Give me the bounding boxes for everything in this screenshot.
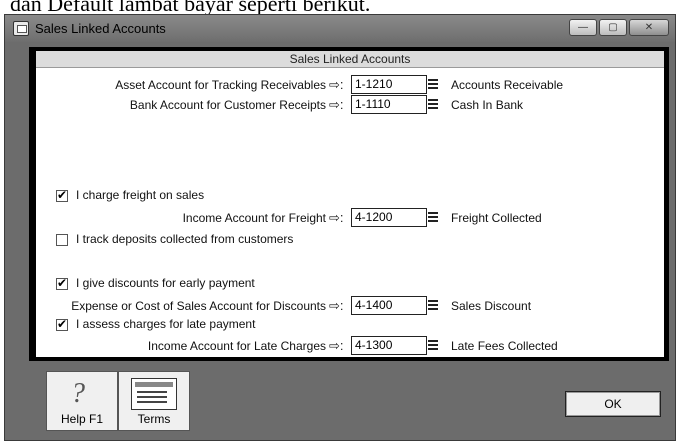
- early-discounts-checkbox[interactable]: [56, 276, 68, 290]
- receivables-account-label: Asset Account for Tracking Receivables: [115, 78, 326, 92]
- window-app-icon: [13, 21, 29, 36]
- discounts-zoom-arrow-icon[interactable]: ⇨:: [329, 298, 344, 314]
- receipts-account-label: Bank Account for Customer Receipts: [129, 98, 326, 112]
- freight-account-name: Freight Collected: [451, 211, 542, 225]
- late-charges-account-label: Income Account for Late Charges: [147, 339, 326, 353]
- discounts-list-icon[interactable]: [426, 297, 440, 314]
- panel-header: Sales Linked Accounts: [36, 51, 664, 68]
- receivables-account-name: Accounts Receivable: [451, 78, 564, 92]
- charge-freight-label: I charge freight on sales: [76, 188, 205, 202]
- discounts-account-field[interactable]: 4-1400: [351, 296, 427, 315]
- late-payment-label: I assess charges for late payment: [76, 317, 256, 331]
- track-deposits-label: I track deposits collected from customer…: [76, 232, 294, 246]
- receivables-list-icon[interactable]: [426, 76, 440, 93]
- close-button[interactable]: ✕: [629, 19, 669, 36]
- freight-account-field[interactable]: 4-1200: [351, 208, 427, 227]
- terms-card-icon: [131, 378, 177, 410]
- charge-freight-checkbox[interactable]: [56, 188, 68, 202]
- receipts-list-icon[interactable]: [426, 96, 440, 113]
- terms-button-label: Terms: [137, 412, 171, 426]
- receipts-account-field[interactable]: 1-1110: [351, 95, 427, 114]
- discounts-account-label: Expense or Cost of Sales Account for Dis…: [71, 299, 326, 313]
- receivables-account-field[interactable]: 1-1210: [351, 75, 427, 94]
- terms-button[interactable]: Terms: [118, 371, 190, 431]
- maximize-button[interactable]: ▢: [599, 19, 627, 36]
- late-payment-checkbox[interactable]: [56, 317, 68, 331]
- help-button[interactable]: ? Help F1: [46, 371, 118, 431]
- late-charges-account-name: Late Fees Collected: [451, 339, 558, 353]
- receivables-zoom-arrow-icon[interactable]: ⇨:: [329, 77, 344, 93]
- help-button-label: Help F1: [60, 412, 104, 426]
- early-discounts-label: I give discounts for early payment: [76, 276, 255, 290]
- receipts-account-name: Cash In Bank: [451, 98, 524, 112]
- sales-linked-accounts-window: Sales Linked Accounts — ▢ ✕ Sales Linked…: [4, 14, 676, 441]
- track-deposits-checkbox[interactable]: [56, 234, 68, 246]
- freight-list-icon[interactable]: [426, 209, 440, 226]
- late-charges-zoom-arrow-icon[interactable]: ⇨:: [329, 338, 344, 354]
- question-mark-icon: ?: [71, 378, 85, 409]
- receipts-zoom-arrow-icon[interactable]: ⇨:: [329, 97, 344, 113]
- window-title: Sales Linked Accounts: [35, 21, 166, 36]
- linked-accounts-panel: Sales Linked Accounts Asset Account for …: [36, 51, 664, 357]
- discounts-account-name: Sales Discount: [451, 299, 532, 313]
- late-charges-list-icon[interactable]: [426, 337, 440, 354]
- title-bar[interactable]: Sales Linked Accounts — ▢ ✕: [5, 15, 675, 42]
- freight-account-label: Income Account for Freight: [182, 211, 326, 225]
- ok-button[interactable]: OK: [565, 391, 661, 417]
- minimize-button[interactable]: —: [569, 19, 597, 36]
- freight-zoom-arrow-icon[interactable]: ⇨:: [329, 210, 344, 226]
- late-charges-account-field[interactable]: 4-1300: [351, 336, 427, 355]
